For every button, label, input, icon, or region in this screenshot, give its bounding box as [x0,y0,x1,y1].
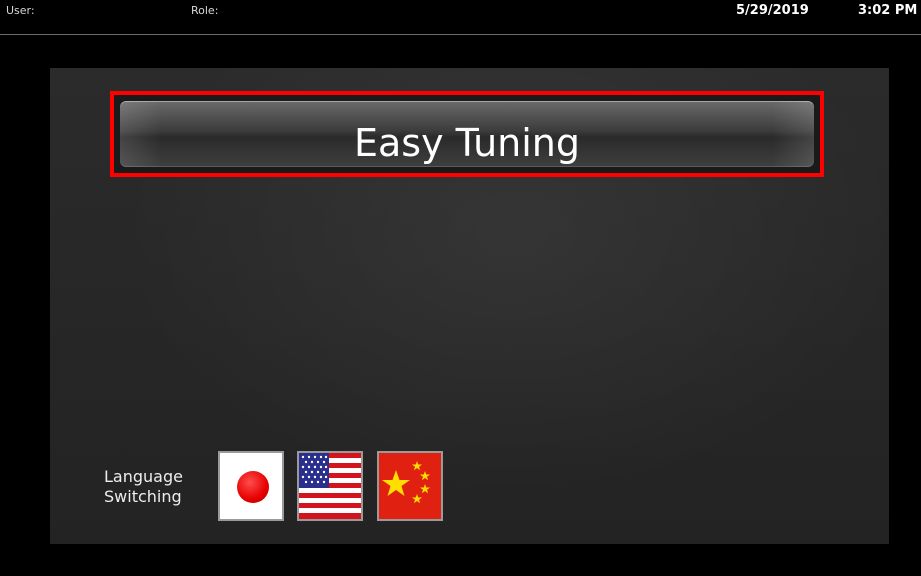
chinese-language-button[interactable] [377,451,443,521]
language-label-line2: Switching [104,487,182,506]
date-display: 5/29/2019 [736,3,809,18]
language-switching-label: Language Switching [104,467,183,507]
china-flag-icon [379,453,441,519]
us-flag-icon [299,453,361,519]
easy-tuning-button[interactable]: Easy Tuning [120,101,814,167]
japan-flag-icon [237,471,269,503]
easy-tuning-button-frame: Easy Tuning [110,91,824,177]
status-bar: User: Role: 5/29/2019 3:02 PM [0,0,921,35]
time-display: 3:02 PM [858,3,918,18]
english-language-button[interactable] [297,451,363,521]
language-label-line1: Language [104,467,183,486]
easy-tuning-label: Easy Tuning [353,121,581,165]
role-label: Role: [191,4,219,17]
japanese-language-button[interactable] [218,451,284,521]
user-label: User: [6,4,35,17]
